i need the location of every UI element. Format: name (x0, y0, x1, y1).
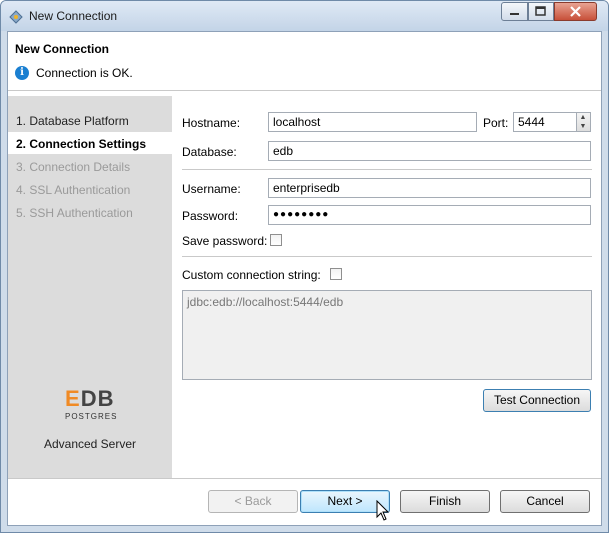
hostname-field[interactable]: localhost (268, 112, 477, 132)
step-ssl-authentication: 4. SSL Authentication (16, 183, 131, 197)
wizard-steps-sidebar: 1. Database Platform 2. Connection Setti… (8, 96, 172, 478)
username-field[interactable]: enterprisedb (268, 178, 591, 198)
title-bar[interactable]: New Connection (1, 1, 608, 31)
status-message: Connection is OK. (36, 66, 133, 80)
close-icon (570, 6, 581, 17)
custom-string-label: Custom connection string: (182, 268, 321, 282)
logo-caption: Advanced Server (43, 437, 137, 451)
stepper-down-icon[interactable]: ▼ (577, 123, 589, 130)
username-label: Username: (182, 182, 241, 196)
step-connection-details: 3. Connection Details (16, 160, 131, 174)
stepper-up-icon[interactable]: ▲ (577, 114, 589, 121)
logo-mark: EDB (65, 386, 115, 411)
dialog-window: New Connection New Connection i Connecti… (0, 0, 609, 533)
page-title: New Connection (15, 42, 110, 56)
port-stepper[interactable]: ▲ ▼ (577, 112, 591, 132)
footer-separator (8, 478, 601, 479)
connection-string-textarea: jdbc:edb://localhost:5444/edb (182, 290, 592, 380)
minimize-button[interactable] (501, 2, 528, 21)
database-field[interactable]: edb (268, 141, 591, 161)
minimize-icon (510, 13, 519, 15)
separator (182, 256, 592, 257)
window-title: New Connection (29, 9, 118, 23)
database-label: Database: (182, 145, 237, 159)
step-ssh-authentication: 5. SSH Authentication (16, 206, 133, 220)
close-button[interactable] (554, 2, 597, 21)
restore-icon (535, 6, 546, 16)
separator (182, 169, 592, 170)
maximize-button[interactable] (528, 2, 554, 21)
mouse-cursor-icon (376, 500, 390, 521)
info-icon: i (15, 66, 29, 80)
password-field[interactable]: ●●●●●●●● (268, 205, 591, 225)
step-database-platform[interactable]: 1. Database Platform (16, 114, 129, 128)
finish-button[interactable]: Finish (400, 490, 490, 513)
step-connection-settings[interactable]: 2. Connection Settings (16, 137, 146, 151)
back-button: < Back (208, 490, 298, 513)
custom-string-checkbox[interactable] (330, 268, 342, 280)
dialog-body: New Connection i Connection is OK. 1. Da… (7, 31, 602, 526)
save-password-checkbox[interactable] (270, 234, 282, 246)
cancel-button[interactable]: Cancel (500, 490, 590, 513)
app-icon (9, 10, 23, 24)
port-label: Port: (483, 116, 509, 130)
port-field[interactable]: 5444 (513, 112, 577, 132)
save-password-label: Save password: (182, 234, 268, 248)
wizard-header: New Connection i Connection is OK. (8, 32, 601, 91)
hostname-label: Hostname: (182, 116, 241, 130)
password-label: Password: (182, 209, 239, 223)
logo-tagline: POSTGRES (65, 412, 118, 421)
test-connection-button[interactable]: Test Connection (483, 389, 591, 412)
